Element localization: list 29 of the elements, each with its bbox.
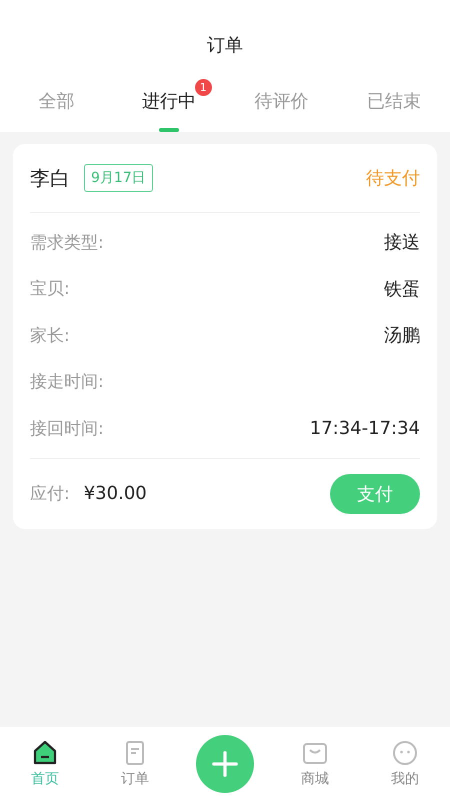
field-value: 17:34-17:34 — [310, 418, 420, 439]
tab[interactable]: 全部 — [0, 70, 112, 132]
nav-item[interactable]: 我的 — [391, 770, 419, 788]
face-icon[interactable] — [392, 740, 418, 766]
page-title: 订单 — [207, 34, 243, 57]
order-status: 待支付 — [366, 167, 420, 190]
amount-value: ¥30.00 — [84, 483, 147, 504]
nav-item[interactable]: 商城 — [301, 770, 329, 788]
field-label: 接走时间: — [30, 371, 104, 394]
field-label: 家长: — [30, 324, 70, 347]
field-label: 宝贝: — [30, 278, 70, 300]
plus-icon — [211, 750, 239, 778]
field-label: 接回时间: — [30, 418, 104, 440]
house-icon[interactable] — [32, 740, 58, 766]
nav-item[interactable]: 订单 — [121, 770, 149, 788]
pay-button[interactable]: 支付 — [330, 474, 420, 514]
tab-indicator — [158, 128, 179, 132]
nav-item[interactable]: 首页 — [31, 770, 59, 788]
customer-name: 李白 — [30, 164, 70, 192]
tab[interactable]: 待评价 — [225, 70, 338, 132]
tab[interactable]: 进行中 1 — [112, 70, 225, 132]
amount-label: 应付: — [30, 483, 70, 505]
field-value: 铁蛋 — [384, 278, 420, 301]
field-label: 需求类型: — [30, 232, 104, 254]
field-value: 汤鹏 — [384, 324, 420, 348]
date-tag: 9月17日 — [84, 164, 153, 192]
count-badge: 1 — [194, 79, 212, 96]
tab[interactable]: 已结束 — [338, 70, 450, 132]
field-value: 接送 — [384, 231, 420, 254]
